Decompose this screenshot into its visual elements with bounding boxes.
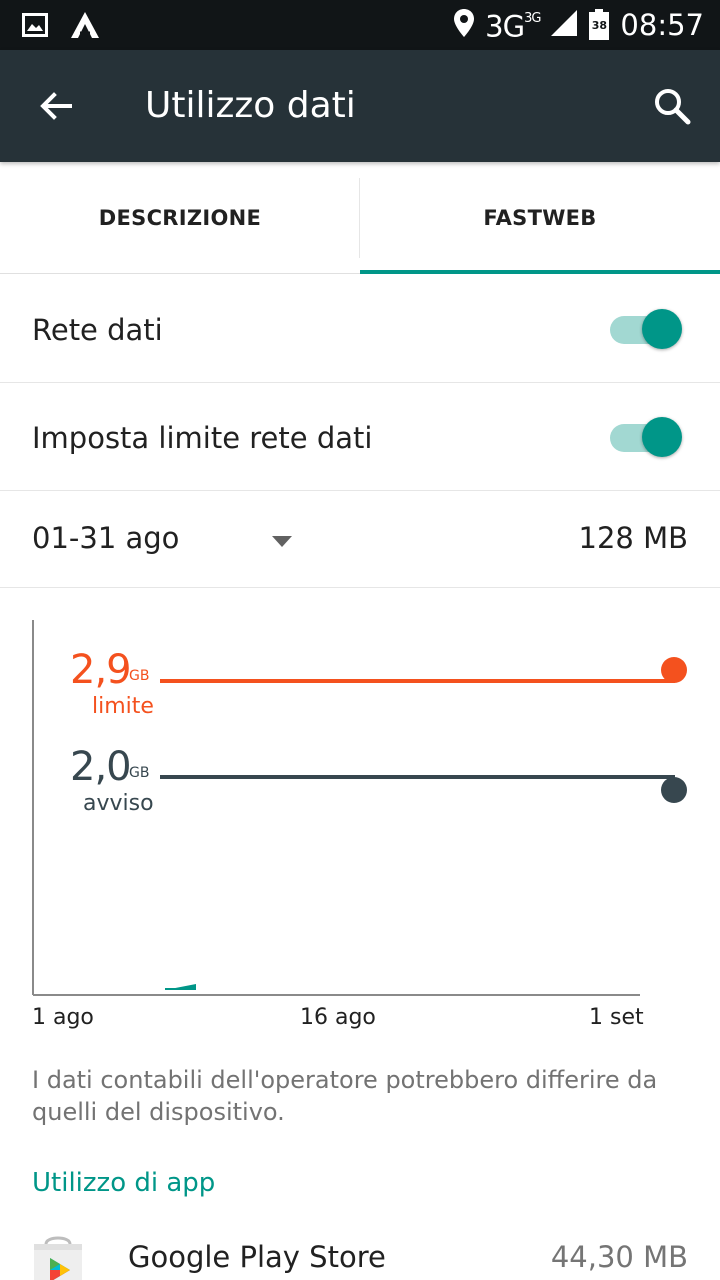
carrier-note: I dati contabili dell'operatore potrebbe… <box>32 1066 658 1126</box>
cycle-period-dropdown[interactable]: 01-31 ago <box>32 521 179 555</box>
tab-selected-indicator <box>360 270 720 274</box>
mobile-data-toggle[interactable] <box>610 307 682 351</box>
battery-icon: 38 <box>588 9 610 41</box>
clock: 08:57 <box>620 8 704 42</box>
network-label: 3G <box>485 9 525 44</box>
data-limit-label: Imposta limite rete dati <box>32 421 373 455</box>
data-limit-row[interactable]: Imposta limite rete dati <box>0 383 720 491</box>
status-bar: 3G3G 38 08:57 <box>0 0 720 50</box>
tab-bar: DESCRIZIONE FASTWEB <box>0 162 720 274</box>
play-store-icon <box>32 1234 84 1280</box>
limit-unit: GB <box>129 668 150 684</box>
x-tick-label: 1 ago <box>32 1005 94 1030</box>
chevron-down-icon[interactable] <box>272 533 292 547</box>
mobile-data-row[interactable]: Rete dati <box>0 275 720 383</box>
app-bar: Utilizzo dati <box>0 50 720 162</box>
app-data-size: 44,30 MB <box>550 1240 688 1274</box>
page-title: Utilizzo dati <box>145 85 356 126</box>
x-tick-label: 1 set <box>589 1005 644 1030</box>
usage-cycle-row: 01-31 ago 128 MB <box>0 491 720 588</box>
network-type: 3G3G <box>485 6 541 44</box>
search-icon[interactable] <box>650 84 694 128</box>
battery-level: 38 <box>591 19 608 32</box>
tab-descrizione[interactable]: DESCRIZIONE <box>0 162 360 274</box>
limit-caption: limite <box>92 694 154 719</box>
x-tick-label: 16 ago <box>300 1005 376 1030</box>
image-icon <box>22 13 48 41</box>
data-limit-toggle[interactable] <box>610 415 682 459</box>
mobile-data-label: Rete dati <box>32 313 163 347</box>
cycle-total-usage: 128 MB <box>578 521 689 555</box>
limit-handle[interactable] <box>661 657 687 683</box>
autodesk-icon <box>70 11 100 43</box>
warning-caption: avviso <box>83 791 154 816</box>
toggle-thumb <box>642 417 682 457</box>
tab-fastweb[interactable]: FASTWEB <box>360 162 720 274</box>
signal-icon <box>550 9 578 41</box>
warning-handle[interactable] <box>661 777 687 803</box>
list-item[interactable]: Google Play Store 44,30 MB <box>0 1222 720 1280</box>
limit-value: 2,9 <box>70 647 132 693</box>
warning-value: 2,0 <box>70 744 132 790</box>
usage-area-base <box>165 988 196 990</box>
warning-unit: GB <box>129 765 150 781</box>
network-sup-label: 3G <box>524 11 541 27</box>
app-usage-header: Utilizzo di app <box>32 1168 216 1198</box>
arrow-left-icon[interactable] <box>34 84 78 128</box>
toggle-thumb <box>642 309 682 349</box>
app-name: Google Play Store <box>128 1240 386 1274</box>
location-icon <box>453 8 475 42</box>
